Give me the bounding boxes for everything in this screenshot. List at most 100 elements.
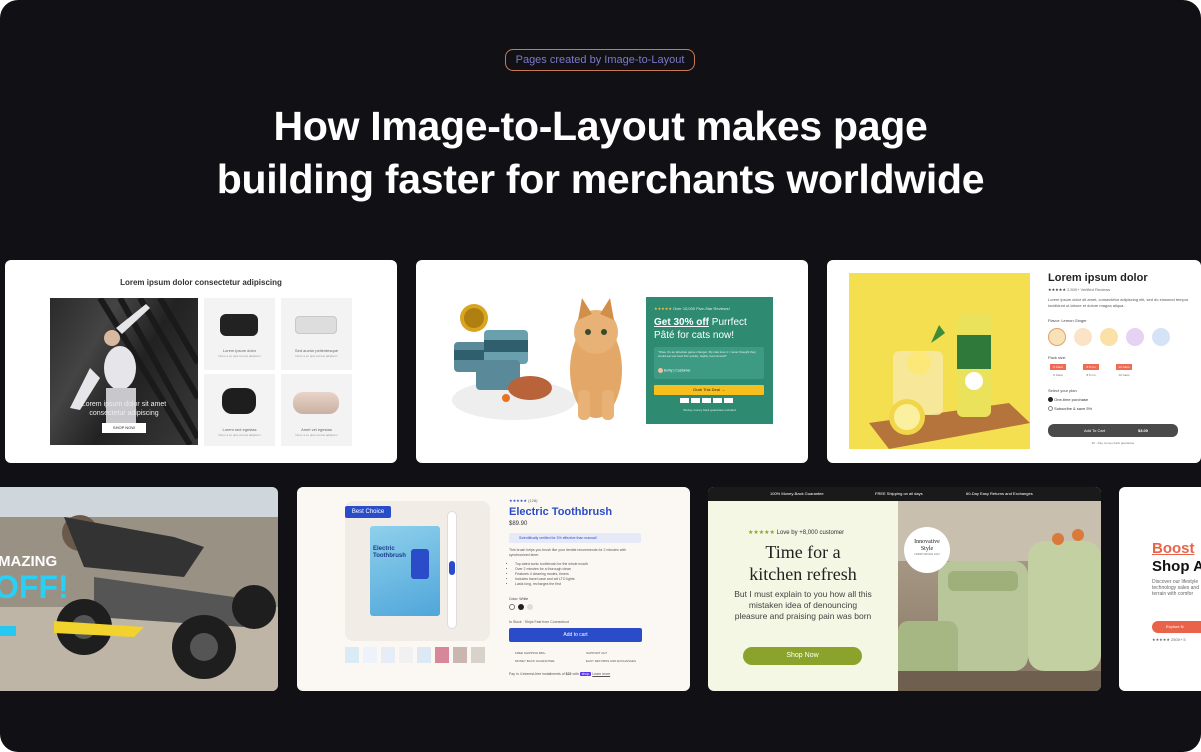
card5-learn-more-link[interactable]: Learn more [592,672,610,676]
flavor-swatch-blue[interactable] [1152,328,1170,346]
plan-subscribe-label: Subscribe & save 5% [1054,406,1093,411]
payment-icons [680,398,740,403]
card1-product-2[interactable]: Sed auctor pellentesque Nunc a ex quis c… [281,298,352,370]
thumbnail-2[interactable] [363,647,377,663]
card1-hero-button[interactable]: SHOP NOW [102,423,146,433]
card5-thumbnails [345,647,490,663]
thumbnail-4[interactable] [399,647,413,663]
card5-installment-row: Pay in 4 interest-free installments of $… [509,672,610,676]
card5-installment-amount: $22 [565,672,572,676]
card5-installment: Pay in 4 interest-free installments of [509,672,565,676]
innovative-style-badge: Innovative Style FRESH DESIGN 2024 [904,527,950,573]
pack-caption-2: 8.5 cm [1086,373,1096,377]
card5-reviews: (128) [528,498,538,503]
thumbnail-8[interactable] [471,647,485,663]
card3-reviews: 2,500+ Verified Reviews [1067,287,1111,292]
card3-price: $3.00 [1138,428,1149,433]
card6-bar-item-2: FREE Shipping on all days [875,491,923,496]
pack-option-2[interactable]: 8.5 cm [1083,364,1099,370]
plan-subscribe[interactable]: Subscribe & save 5% [1048,406,1093,412]
card7-body: Discover our lifestyle technology sales … [1152,579,1199,597]
color-swatch-white[interactable] [509,604,515,610]
card3-stars: ★★★★★ [1048,287,1066,292]
card5-feature-2: SUPPORT 24/7 [586,651,608,655]
flavor-swatches [1048,328,1178,348]
page-card-fashion[interactable]: Lorem ipsum dolor consectetur adipiscing… [5,260,397,463]
card4-line2: OFF! [0,569,69,605]
card2-cta-button[interactable]: Grab This Deal → [654,385,764,395]
radio-icon [1048,406,1053,412]
card3-pack-label: Pack size: [1048,355,1067,360]
card3-description: Lorem ipsum dolor sit amet, consectetur … [1048,297,1189,308]
page-card-toothbrush[interactable]: Electric Toothbrush Best Choice ★★★★★ (12… [297,487,690,691]
color-swatch-black[interactable] [518,604,524,610]
badge-line-1: Innovative [914,539,940,545]
card2-offer-panel: ★★★★★ Over 10,000 Five-Star Reviews! Get… [646,297,773,424]
card2-reviewer: Emily | Customer [658,368,691,373]
pack-option-1[interactable]: 6 Cans [1050,364,1066,370]
page-card-rc-car[interactable]: MAZING OFF! [0,487,278,691]
speaker-image [222,388,256,414]
showcase-section: Pages created by Image-to-Layout How Ima… [0,0,1201,752]
thumbnail-6[interactable] [435,647,449,663]
color-swatches [509,604,539,610]
speaker-image [295,316,337,334]
card2-headline-rest: Purrfect [709,317,747,328]
bullet-item: Lasts long, recharges the first [515,582,641,587]
card2-headline-underlined: Get 30% off [654,317,710,328]
section-headline: How Image-to-Layout makes page building … [0,100,1201,206]
card6-bar-item-3: 60-Day Easy Returns and Exchanges [966,491,1033,496]
card6-title: Time for a kitchen refresh [708,541,898,585]
pack-option-3[interactable]: 12 Cans [1116,364,1132,370]
plan-onetime-label: One-time purchase [1054,397,1089,402]
card2-quote-box: "Wow, it's an absolute game changer. My … [654,347,764,379]
card6-stars: ★★★★★ [748,530,775,536]
flavor-swatch-peach[interactable] [1074,328,1092,346]
flavor-swatch-berry[interactable] [1126,328,1144,346]
card5-reviews-row: ★★★★★ (128) [509,498,537,503]
card1-product-1-sub: Nunc a ex quis cursus adipiscin [218,354,261,358]
card6-loved: Love by +8,000 customer [776,530,845,536]
card6-loved-row: ★★★★★ Love by +8,000 customer [748,529,844,536]
card2-headline: Get 30% off Purrfect Pâté for cats now! [654,316,747,342]
card5-verified-text: Scientifically verified for 3% effective… [519,536,597,540]
card3-add-to-cart-button[interactable]: Add To Cart $3.00 [1048,424,1178,437]
plan-onetime[interactable]: One-time purchase [1048,397,1089,403]
card2-stars: ★★★★★ [654,306,672,311]
toothbrush-image: Electric Toothbrush [345,501,490,641]
pack-caption-3: 12 Cans [1118,373,1130,377]
card1-product-4[interactable]: Amet vel egestas Nunc a ex quis cursus a… [281,374,352,446]
radio-selected-icon [1048,397,1053,403]
flavor-swatch-lemon[interactable] [1048,328,1066,346]
kitchen-image: Innovative Style FRESH DESIGN 2024 [898,501,1101,691]
card7-title-line1: Boost [1152,540,1195,557]
badge-line-2: Style [920,546,934,552]
card1-product-1[interactable]: Lorem ipsum dolor Nunc a ex quis cursus … [204,298,275,370]
card6-shop-now-button[interactable]: Shop Now [743,647,862,665]
card5-add-to-cart-button[interactable]: Add to cart [509,628,642,642]
card5-bullets: Top-rated sonic toothbrush for the whole… [515,562,641,587]
thumbnail-7[interactable] [453,647,467,663]
page-card-kitchen[interactable]: 100% Money-Back Guarantee FREE Shipping … [708,487,1101,691]
flavor-swatch-orange[interactable] [1100,328,1118,346]
card5-stock: In Stock · Ships Fast from Connecticut [509,620,569,624]
card1-product-3[interactable]: Lorem sed egestas Nunc a ex quis cursus … [204,374,275,446]
color-swatch-gray[interactable] [527,604,533,610]
page-card-lemon-drink[interactable]: Lorem ipsum dolor ★★★★★ 2,500+ Verified … [827,260,1201,463]
thumbnail-5[interactable] [417,647,431,663]
thumbnail-3[interactable] [381,647,395,663]
card4-line1: MAZING [0,553,58,570]
card7-explore-button[interactable]: Explore N [1152,621,1201,633]
card2-rating-text: Over 10,000 Five-Star Reviews! [673,306,730,311]
page-card-cat-food[interactable]: ★★★★★ Over 10,000 Five-Star Reviews! Get… [416,260,808,463]
card2-reviewer-name: Emily | Customer [663,368,691,373]
card3-reviews-row: ★★★★★ 2,500+ Verified Reviews [1048,287,1110,292]
card7-title-line2: Shop A [1152,558,1201,575]
badge-sub: FRESH DESIGN 2024 [914,553,940,556]
card6-body: But I must explain to you how all this m… [734,589,872,621]
card6-title-line1: Time for a [765,542,841,562]
page-card-tech[interactable]: Boost Shop A Discover our lifestyle tech… [1119,487,1201,691]
thumbnail-1[interactable] [345,647,359,663]
card5-verified-banner: Scientifically verified for 3% effective… [509,533,641,543]
card6-top-bar: 100% Money-Back Guarantee FREE Shipping … [708,487,1101,501]
